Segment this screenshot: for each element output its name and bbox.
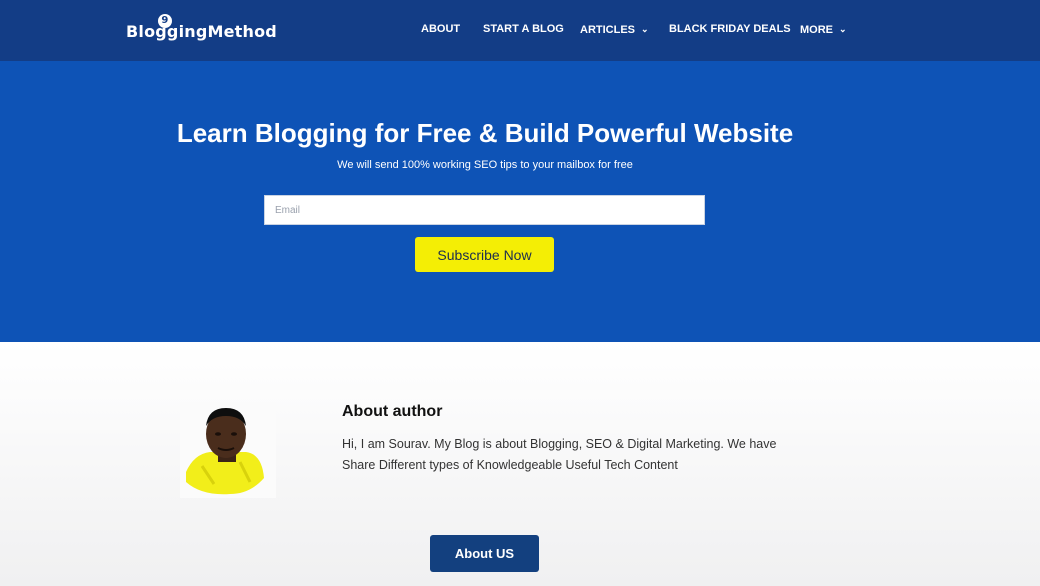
- nav-item-label: ARTICLES: [580, 24, 635, 36]
- main-nav: ABOUT START A BLOG ARTICLES ⌄ BLACK FRIDA…: [0, 22, 1040, 36]
- nav-item-start-a-blog[interactable]: START A BLOG: [483, 22, 564, 36]
- about-description: Hi, I am Sourav. My Blog is about Bloggi…: [342, 437, 777, 472]
- chevron-down-icon: ⌄: [839, 24, 847, 34]
- author-avatar: [180, 402, 276, 498]
- about-title: About author: [342, 403, 443, 420]
- nav-item-about[interactable]: ABOUT: [421, 22, 460, 36]
- nav-item-label: BLACK FRIDAY DEALS: [669, 23, 791, 35]
- nav-item-label: MORE: [800, 24, 833, 36]
- site-header: 9 BloggingMethod ABOUT START A BLOG ARTI…: [0, 0, 1040, 61]
- hero-subtitle: We will send 100% working SEO tips to yo…: [337, 159, 633, 171]
- nav-item-label: START A BLOG: [483, 23, 564, 35]
- nav-item-more[interactable]: MORE ⌄: [800, 22, 847, 37]
- chevron-down-icon: ⌄: [641, 24, 649, 34]
- nav-item-black-friday-deals[interactable]: BLACK FRIDAY DEALS: [669, 22, 791, 36]
- nav-item-label: ABOUT: [421, 23, 461, 35]
- newsletter-hero: Learn Blogging for Free & Build Powerful…: [0, 61, 1040, 342]
- nav-item-articles[interactable]: ARTICLES ⌄: [580, 22, 649, 37]
- email-input[interactable]: [264, 195, 705, 225]
- about-author-section: About author Hi, I am Sourav. My Blog is…: [0, 342, 1040, 586]
- hero-title: Learn Blogging for Free & Build Powerful…: [176, 118, 794, 148]
- subscribe-button[interactable]: Subscribe Now: [415, 237, 554, 272]
- about-us-button[interactable]: About US: [430, 535, 539, 572]
